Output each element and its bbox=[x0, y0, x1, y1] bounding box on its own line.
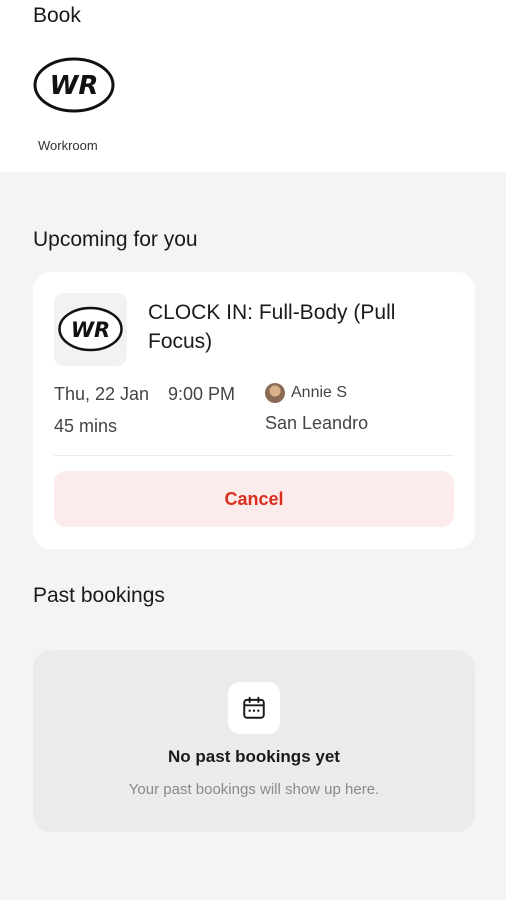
header: Book WR Workroom bbox=[0, 0, 506, 172]
instructor-name: Annie S bbox=[291, 384, 348, 401]
class-thumbnail: WR bbox=[54, 293, 127, 366]
calendar-icon bbox=[243, 696, 265, 719]
workroom-logo-icon: WR bbox=[33, 57, 115, 113]
class-title: CLOCK IN: Full-Body (Pull Focus) bbox=[148, 301, 396, 353]
booking-date: Thu, 22 Jan bbox=[54, 384, 150, 404]
past-bookings-empty-state: No past bookings yet Your past bookings … bbox=[33, 650, 475, 832]
svg-text:WR: WR bbox=[71, 318, 110, 342]
workroom-logo-icon: WR bbox=[58, 306, 123, 352]
studio-logo[interactable]: WR bbox=[33, 56, 115, 114]
studio-name: Workroom bbox=[38, 138, 98, 153]
empty-state-subtitle: Your past bookings will show up here. bbox=[128, 781, 380, 798]
cancel-button[interactable]: Cancel bbox=[54, 471, 454, 527]
past-section-title: Past bookings bbox=[33, 584, 165, 607]
calendar-icon-tile bbox=[228, 682, 280, 734]
upcoming-section-title: Upcoming for you bbox=[33, 228, 198, 251]
booking-location: San Leandro bbox=[265, 413, 369, 433]
booking-duration: 45 mins bbox=[54, 416, 118, 436]
empty-state-title: No past bookings yet bbox=[168, 747, 340, 766]
page-title: Book bbox=[33, 4, 81, 27]
svg-text:WR: WR bbox=[50, 71, 99, 101]
card-divider bbox=[54, 455, 454, 456]
upcoming-booking-card[interactable]: WR CLOCK IN: Full-Body (Pull Focus) Thu,… bbox=[33, 272, 475, 549]
booking-time: 9:00 PM bbox=[168, 384, 236, 404]
instructor-avatar bbox=[265, 383, 285, 403]
